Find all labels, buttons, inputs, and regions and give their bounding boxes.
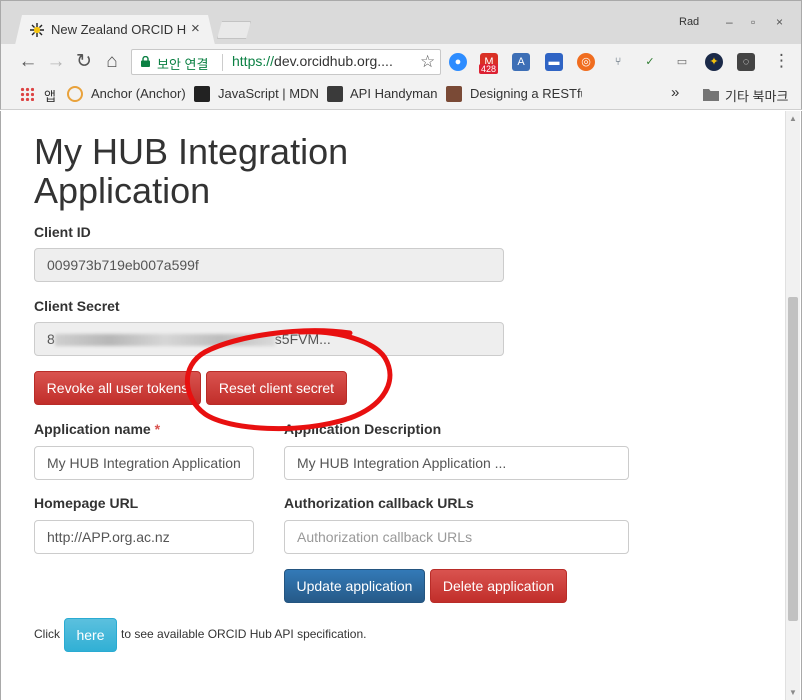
home-icon[interactable]: ⌂ [101, 51, 123, 73]
browser-menu-icon[interactable]: ⋮ [773, 51, 790, 71]
bookmarks-overflow-icon[interactable]: » [671, 84, 679, 101]
vertical-scrollbar[interactable]: ▲ ▼ [785, 111, 800, 700]
callback-urls-placeholder: Authorization callback URLs [297, 529, 473, 545]
gmail-unread-badge: 428 [479, 64, 499, 74]
url-host: dev.orcidhub.org.... [274, 53, 393, 69]
security-label: 보안 연결 [157, 57, 209, 72]
client-secret-end: s5FVM... [274, 331, 331, 347]
bookmark-anchor[interactable]: Anchor (Anchor) [91, 86, 186, 101]
bulb-extension-icon[interactable]: ◌ [737, 53, 755, 71]
callback-urls-label: Authorization callback URLs [284, 495, 474, 511]
scroll-down-arrow-icon[interactable]: ▼ [789, 688, 797, 697]
client-id-field[interactable]: 009973b719eb007a599f [34, 248, 504, 282]
browser-tab[interactable]: New Zealand ORCID Hub × [15, 15, 215, 45]
reload-icon[interactable]: ↻ [73, 51, 95, 73]
lifebuoy-extension-icon[interactable]: ◎ [577, 53, 595, 71]
delete-application-button[interactable]: Delete application [430, 569, 567, 603]
toolbox-extension-icon[interactable]: ▬ [545, 53, 563, 71]
scroll-thumb[interactable] [788, 297, 798, 621]
tab-close-icon[interactable]: × [191, 20, 200, 37]
scroll-up-arrow-icon[interactable]: ▲ [789, 114, 797, 123]
page-title: My HUB Integration Application [34, 131, 349, 211]
folder-icon [703, 89, 719, 101]
omnibox-divider [222, 54, 223, 71]
lock-icon [141, 56, 150, 67]
tab-title: New Zealand ORCID Hub [51, 22, 187, 37]
browser-toolbar: ← → ↻ ⌂ 보안 연결 https://dev.orcidhub.org..… [0, 44, 802, 80]
font-extension-icon[interactable]: A [512, 53, 530, 71]
bookmark-star-icon[interactable]: ☆ [420, 52, 435, 72]
update-application-button[interactable]: Update application [284, 569, 425, 603]
api-spec-link-button[interactable]: here [64, 618, 117, 652]
bookmark-apps[interactable]: 앱 [44, 86, 56, 105]
app-name-label: Application name * [34, 421, 160, 437]
app-description-label: Application Description [284, 421, 442, 437]
zoom-extension-icon[interactable]: ● [449, 53, 467, 71]
app-name-label-text: Application name [34, 421, 151, 437]
client-secret-field[interactable]: 8 s5FVM... [34, 322, 504, 356]
app-name-input[interactable]: My HUB Integration Application [34, 446, 254, 480]
back-arrow-icon[interactable]: ← [17, 51, 39, 73]
callback-urls-input[interactable]: Authorization callback URLs [284, 520, 629, 554]
footer-text-after: to see available ORCID Hub API specifica… [121, 627, 367, 641]
footer-text-before: Click [34, 627, 60, 641]
git-extension-icon[interactable]: ⑂ [609, 53, 627, 71]
bookmark-restful[interactable]: Designing a RESTful [470, 86, 582, 101]
homepage-url-input[interactable]: http://APP.org.ac.nz [34, 520, 254, 554]
reset-secret-button[interactable]: Reset client secret [206, 371, 347, 405]
restful-bookmark-icon [446, 86, 462, 102]
compass-extension-icon[interactable]: ✦ [705, 53, 723, 71]
mdn-bookmark-icon [194, 86, 210, 102]
bookmark-mdn[interactable]: JavaScript | MDN [218, 86, 319, 101]
bookmarks-bar: 앱 Anchor (Anchor) JavaScript | MDN API H… [0, 80, 802, 110]
url-scheme: https:// [232, 53, 275, 69]
redacted-secret [54, 334, 275, 347]
api-handyman-bookmark-icon [327, 86, 343, 102]
maximize-icon[interactable]: ▫ [751, 15, 755, 29]
required-marker: * [154, 421, 161, 437]
profile-name[interactable]: Rad [679, 16, 699, 28]
reader-extension-icon[interactable]: ▭ [673, 53, 691, 71]
homepage-url-label: Homepage URL [34, 495, 139, 511]
forward-arrow-icon[interactable]: → [45, 51, 67, 73]
orcid-hub-favicon-icon [30, 23, 44, 37]
client-id-label: Client ID [34, 224, 91, 240]
anchor-bookmark-icon [67, 86, 83, 102]
client-secret-label: Client Secret [34, 298, 120, 314]
check-extension-icon[interactable]: ✓ [641, 53, 659, 71]
client-secret-start: 8 [47, 331, 55, 347]
apps-grid-icon[interactable] [20, 87, 34, 101]
address-bar[interactable]: 보안 연결 https://dev.orcidhub.org.... ☆ [131, 49, 441, 75]
tab-strip: New Zealand ORCID Hub × Rad ‒ ▫ × [0, 0, 802, 45]
url-text: https://dev.orcidhub.org.... [232, 53, 393, 69]
page-viewport: My HUB Integration Application Client ID… [0, 111, 802, 700]
revoke-tokens-button[interactable]: Revoke all user tokens [34, 371, 201, 405]
bookmark-other-folder[interactable]: 기타 북마크 [725, 86, 788, 105]
minimize-icon[interactable]: ‒ [726, 15, 733, 29]
new-tab-button[interactable] [217, 21, 251, 39]
app-description-input[interactable]: My HUB Integration Application ... [284, 446, 629, 480]
bookmark-api-handyman[interactable]: API Handyman [350, 86, 437, 101]
close-window-icon[interactable]: × [776, 15, 783, 29]
